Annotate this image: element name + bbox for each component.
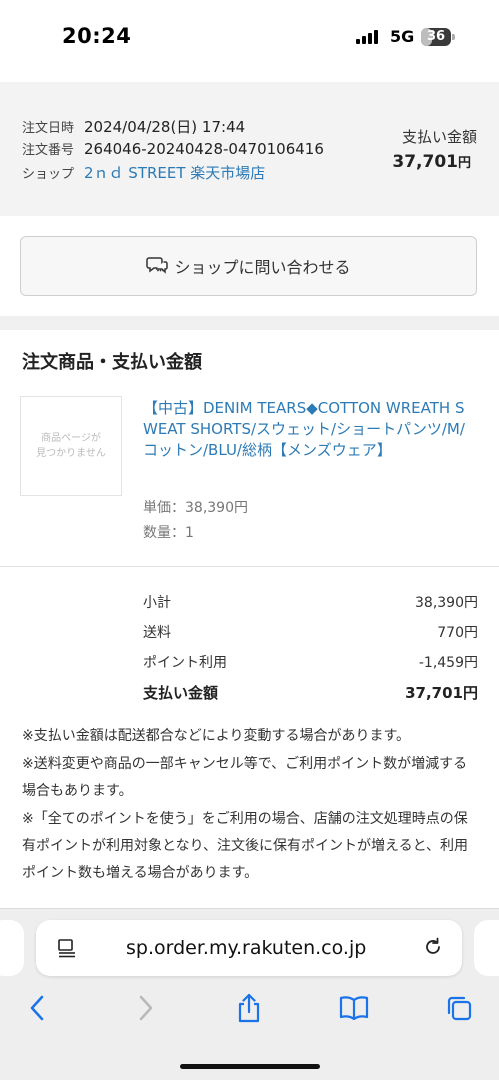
order-date-row: 注文日時 2024/04/28(日) 17:44 [22, 116, 245, 137]
battery-percent: 36 [426, 29, 446, 44]
subtotal-value: 38,390円 [415, 595, 478, 611]
forward-icon [139, 995, 153, 1021]
order-summary: 注文日時 2024/04/28(日) 17:44 注文番号 264046-202… [0, 82, 499, 216]
back-button[interactable] [20, 990, 56, 1026]
total-row: 支払い金額 37,701円 [143, 682, 478, 703]
url-text[interactable]: sp.order.my.rakuten.co.jp [126, 937, 366, 959]
shop-row: ショップ 2ｎｄ STREET 楽天市場店 [22, 162, 265, 183]
subtotal-label: 小計 [143, 595, 171, 611]
home-indicator [180, 1064, 320, 1069]
payment-amount-yen: 円 [457, 156, 471, 171]
shop-label: ショップ [22, 167, 75, 182]
product-thumbnail[interactable]: 商品ページが 見つかりません [20, 396, 122, 496]
section-separator [0, 316, 499, 330]
previous-tab-preview[interactable] [0, 920, 24, 976]
total-value: 37,701円 [405, 684, 478, 702]
reload-icon[interactable] [422, 936, 444, 958]
order-date-value: 2024/04/28(日) 17:44 [84, 118, 246, 136]
contact-shop-button[interactable]: ショップに問い合わせる [20, 236, 477, 296]
order-number-value: 264046-20240428-0470106416 [84, 140, 324, 158]
address-bar[interactable]: sp.order.my.rakuten.co.jp [36, 920, 462, 976]
chat-bubbles-icon [146, 257, 169, 274]
shop-link[interactable]: 2ｎｄ STREET 楽天市場店 [84, 162, 265, 183]
signal-strength-icon [356, 30, 378, 44]
items-section-title: 注文商品・支払い金額 [22, 352, 202, 373]
tabs-icon [447, 996, 472, 1021]
bookmarks-icon [339, 996, 369, 1021]
battery-tip [452, 34, 455, 40]
contact-shop-label: ショップに問い合わせる [174, 258, 351, 277]
note-all-points: ※「全てのポイントを使う」をご利用の場合、店舗の注文処理時点の保有ポイントが利用… [22, 811, 469, 881]
shipping-value: 770円 [437, 625, 478, 641]
quantity: 数量：1 [143, 525, 194, 541]
order-number-row: 注文番号 264046-20240428-0470106416 [22, 139, 324, 158]
thumbnail-placeholder-line2: 見つかりません [36, 448, 106, 459]
thumbnail-placeholder-line1: 商品ページが [41, 433, 101, 444]
total-label: 支払い金額 [143, 684, 219, 702]
product-name-link[interactable]: 【中古】DENIM TEARS◆COTTON WREATH SWEAT SHOR… [143, 398, 478, 461]
next-tab-preview[interactable] [474, 920, 499, 976]
shipping-label: 送料 [143, 625, 171, 641]
points-row: ポイント利用 -1,459円 [143, 652, 478, 672]
shipping-row: 送料 770円 [143, 622, 478, 642]
points-value: -1,459円 [418, 655, 478, 671]
status-time: 20:24 [62, 24, 132, 48]
network-type: 5G [390, 27, 415, 46]
note-shipping-change: ※送料変更や商品の一部キャンセル等で、ご利用ポイント数が増減する場合もあります。 [22, 756, 468, 799]
payment-amount-value: 37,701円 [392, 152, 471, 172]
status-bar: 20:24 5G 36 [0, 0, 499, 80]
order-number-label: 注文番号 [22, 143, 75, 158]
reader-mode-icon[interactable] [56, 937, 78, 959]
thumbnail-placeholder-text: 商品ページが 見つかりません [36, 431, 106, 461]
note-payment-change: ※支払い金額は配送都合などにより変動する場合があります。 [22, 728, 411, 744]
points-label: ポイント利用 [143, 655, 227, 671]
tabs-button[interactable] [441, 990, 477, 1026]
order-date-label: 注文日時 [22, 121, 75, 136]
forward-button[interactable] [127, 990, 163, 1026]
share-icon [238, 993, 260, 1023]
divider [0, 566, 499, 567]
payment-amount-number: 37,701 [392, 152, 458, 172]
payment-amount-label: 支払い金額 [401, 128, 477, 146]
back-icon [30, 995, 44, 1021]
unit-price: 単価：38,390円 [143, 500, 248, 516]
subtotal-row: 小計 38,390円 [143, 592, 478, 612]
bookmarks-button[interactable] [336, 990, 372, 1026]
share-button[interactable] [231, 990, 267, 1026]
battery-icon: 36 [421, 28, 451, 46]
